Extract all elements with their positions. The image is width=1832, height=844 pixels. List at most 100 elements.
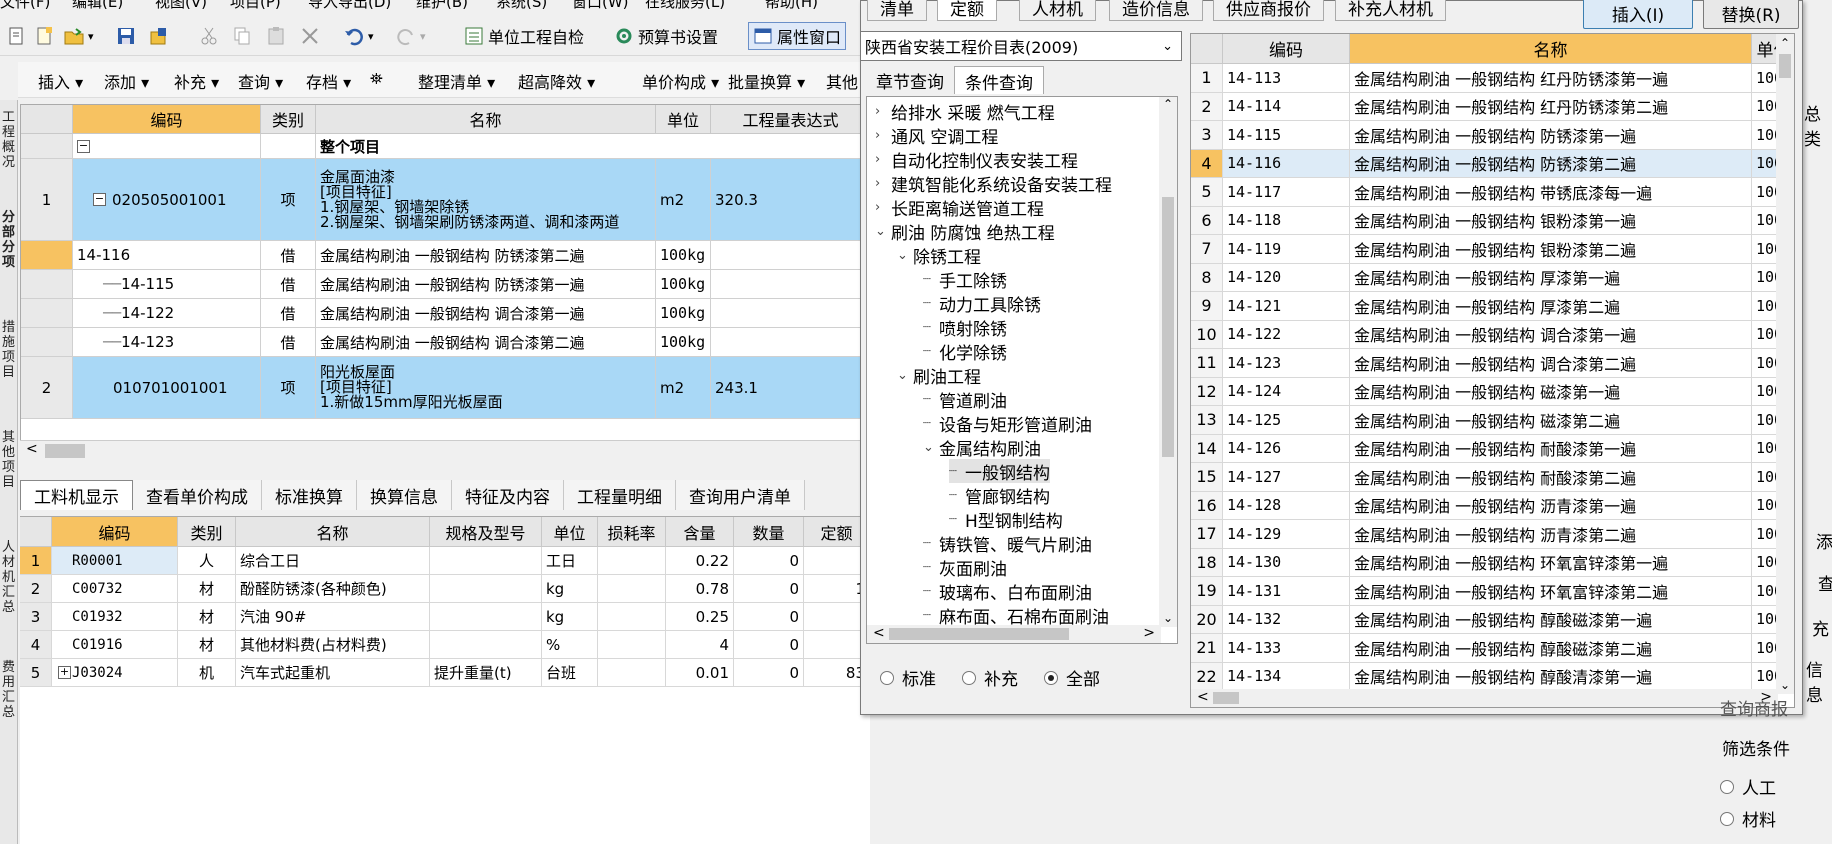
tree-node[interactable]: ┈ 设备与矩形管道刷油 — [923, 411, 1092, 436]
radio-supplement[interactable]: 补充 — [962, 665, 1018, 690]
side-tab-5[interactable]: 人材机汇总 — [2, 540, 16, 615]
replace-quota-button[interactable]: 替换(R) — [1703, 0, 1799, 29]
res-cell-name[interactable]: 汽油 90# — [236, 603, 430, 631]
list-code[interactable]: 14-130 — [1223, 548, 1350, 577]
list-code[interactable]: 14-124 — [1223, 377, 1350, 406]
tab-chapter-query[interactable]: 章节查询 — [866, 66, 954, 94]
res-cell-spec[interactable] — [430, 631, 542, 659]
res-cell-code[interactable]: R00001 — [52, 547, 178, 575]
tree-node[interactable]: ┈ 玻璃布、白布面刷油 — [923, 579, 1092, 604]
list-name[interactable]: 金属结构刷油 一般钢结构 防锈漆第二遍 — [1350, 149, 1752, 178]
list-name[interactable]: 金属结构刷油 一般钢结构 银粉漆第二遍 — [1350, 235, 1752, 264]
scroll-left-icon[interactable]: < — [873, 625, 885, 641]
scroll-up-icon[interactable]: ⌃ — [1780, 36, 1790, 50]
popup-tab-supplement[interactable]: 补充人材机 — [1335, 0, 1446, 21]
res-cell-loss[interactable] — [598, 603, 666, 631]
list-code[interactable]: 14-119 — [1223, 235, 1350, 264]
list-code[interactable]: 14-134 — [1223, 662, 1350, 691]
tab-qty-detail[interactable]: 工程量明细 — [564, 480, 676, 510]
tree-node[interactable]: ┈ 手工除锈 — [923, 267, 1007, 292]
res-cell-loss[interactable] — [598, 631, 666, 659]
tree-node[interactable]: ┈ 化学除锈 — [923, 339, 1007, 364]
list-name[interactable]: 金属结构刷油 一般钢结构 耐酸漆第一遍 — [1350, 434, 1752, 463]
list-name[interactable]: 金属结构刷油 一般钢结构 沥青漆第一遍 — [1350, 491, 1752, 520]
list-code[interactable]: 14-113 — [1223, 64, 1350, 93]
list-scroll-thumb[interactable] — [1779, 54, 1791, 78]
expand-icon[interactable]: + — [58, 666, 71, 679]
res-header-qty[interactable]: 数量 — [734, 517, 804, 547]
menu-online[interactable]: 在线服务(L) — [645, 0, 725, 12]
tree-node[interactable]: ┈ 麻布面、石棉布面刷油 — [923, 603, 1109, 628]
res-cell-unit[interactable]: kg — [542, 575, 598, 603]
list-code[interactable]: 14-127 — [1223, 463, 1350, 492]
tree-node[interactable]: ┈ 铸铁管、暖气片刷油 — [923, 531, 1092, 556]
list-header-code[interactable]: 编码 — [1223, 34, 1350, 64]
res-cell-spec[interactable] — [430, 575, 542, 603]
tree-node[interactable]: ┈ 动力工具除锈 — [923, 291, 1041, 316]
tree-node[interactable]: ┈ 管道刷油 — [923, 387, 1007, 412]
radio-all[interactable]: 全部 — [1044, 665, 1100, 690]
open-folder-icon[interactable]: ▾ — [60, 22, 98, 50]
grid-header-qty-expr[interactable]: 工程量表达式 — [711, 105, 869, 134]
chevron-right-icon[interactable]: › — [875, 200, 891, 215]
tree-node[interactable]: ┈ 灰面刷油 — [923, 555, 1007, 580]
tree-vscroll[interactable]: ⌃ ⌄ — [1159, 97, 1177, 627]
list-code[interactable]: 14-121 — [1223, 292, 1350, 321]
menu-project[interactable]: 项目(P) — [230, 0, 281, 12]
tree-node[interactable]: › 自动化控制仪表安装工程 — [875, 147, 1078, 172]
list-name[interactable]: 金属结构刷油 一般钢结构 环氧富锌漆第一遍 — [1350, 548, 1752, 577]
chevron-right-icon[interactable]: › — [875, 128, 891, 143]
scroll-left-icon[interactable]: < — [1197, 689, 1209, 705]
res-header-spec[interactable]: 规格及型号 — [430, 517, 542, 547]
list-name[interactable]: 金属结构刷油 一般钢结构 磁漆第二遍 — [1350, 406, 1752, 435]
list-name[interactable]: 金属结构刷油 一般钢结构 厚漆第一遍 — [1350, 263, 1752, 292]
archive-button[interactable]: 存档 ▾ — [306, 69, 351, 93]
res-cell-content[interactable]: 0.78 — [666, 575, 734, 603]
res-cell-qty[interactable]: 0 — [734, 547, 804, 575]
list-name[interactable]: 金属结构刷油 一般钢结构 醇酸磁漆第二遍 — [1350, 634, 1752, 663]
chevron-down-icon[interactable]: ⌄ — [923, 440, 939, 455]
res-cell-unit[interactable]: 工日 — [542, 547, 598, 575]
height-adjust-button[interactable]: 超高降效 ▾ — [518, 69, 595, 93]
res-header-unit[interactable]: 单位 — [542, 517, 598, 547]
query-button[interactable]: 查询 ▾ — [238, 69, 283, 93]
list-name[interactable]: 金属结构刷油 一般钢结构 醇酸清漆第一遍 — [1350, 662, 1752, 691]
table-row-code[interactable]: −020505001001 — [73, 159, 261, 241]
tree-node[interactable]: ┈ H型钢制结构 — [949, 507, 1063, 532]
res-cell-code[interactable]: C01916 — [52, 631, 178, 659]
table-row-code[interactable]: ── 14-115 — [73, 270, 261, 299]
tree-node[interactable]: › 长距离输送管道工程 — [875, 195, 1044, 220]
list-name[interactable]: 金属结构刷油 一般钢结构 醇酸磁漆第一遍 — [1350, 605, 1752, 634]
row-name[interactable]: 金属结构刷油 一般钢结构 防锈漆第一遍 — [316, 270, 656, 299]
list-code[interactable]: 14-115 — [1223, 121, 1350, 150]
tree-node[interactable]: ┈ 喷射除锈 — [923, 315, 1007, 340]
row-name[interactable]: 金属结构刷油 一般钢结构 防锈漆第二遍 — [316, 241, 656, 270]
list-code[interactable]: 14-116 — [1223, 149, 1350, 178]
side-tab-4[interactable]: 其他项目 — [2, 430, 16, 490]
chevron-down-icon[interactable]: ⌄ — [875, 224, 891, 239]
popup-tab-resource[interactable]: 人材机 — [1019, 0, 1096, 21]
tree-node[interactable]: ⌄ 除锈工程 — [897, 243, 981, 268]
res-cell-loss[interactable] — [598, 659, 666, 687]
radio-labor[interactable]: 人工 — [1720, 774, 1776, 799]
res-cell-code[interactable]: C00732 — [52, 575, 178, 603]
chevron-down-icon[interactable]: ⌄ — [897, 248, 913, 263]
copy-icon[interactable] — [228, 22, 256, 50]
list-name[interactable]: 金属结构刷油 一般钢结构 耐酸漆第二遍 — [1350, 463, 1752, 492]
scroll-right-icon[interactable]: > — [1143, 625, 1155, 641]
chevron-right-icon[interactable]: › — [875, 176, 891, 191]
self-check-button[interactable]: 单位工程自检 — [460, 22, 588, 50]
grid-header-unit[interactable]: 单位 — [656, 105, 711, 134]
redo-icon[interactable]: ▾ — [392, 22, 430, 50]
res-cell-code[interactable]: C01932 — [52, 603, 178, 631]
row-name[interactable]: 金属结构刷油 一般钢结构 调合漆第二遍 — [316, 328, 656, 357]
res-cell-name[interactable]: 其他材料费(占材料费) — [236, 631, 430, 659]
res-cell-content[interactable]: 0.01 — [666, 659, 734, 687]
res-cell-loss[interactable] — [598, 575, 666, 603]
list-code[interactable]: 14-133 — [1223, 634, 1350, 663]
list-name[interactable]: 金属结构刷油 一般钢结构 红丹防锈漆第二遍 — [1350, 92, 1752, 121]
res-header-loss[interactable]: 损耗率 — [598, 517, 666, 547]
tree-node[interactable]: › 通风 空调工程 — [875, 123, 998, 148]
side-tab-6[interactable]: 费用汇总 — [2, 660, 16, 720]
new-file-icon[interactable] — [2, 22, 30, 50]
